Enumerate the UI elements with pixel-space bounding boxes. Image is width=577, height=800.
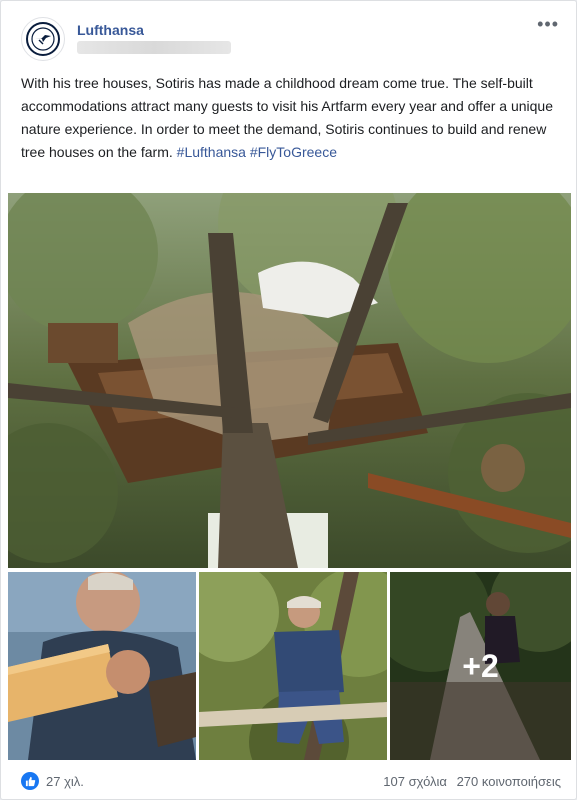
- post-footer: 27 χιλ. 107 σχόλια 270 κοινοποιήσεις: [21, 769, 561, 793]
- thumbs-up-icon[interactable]: [21, 772, 39, 790]
- reaction-count[interactable]: 27 χιλ.: [46, 774, 84, 789]
- post-timestamp-blurred: [77, 41, 231, 54]
- hashtag-lufthansa[interactable]: #Lufthansa: [177, 144, 246, 160]
- thumbnail-photo-tree-climber[interactable]: [199, 572, 387, 760]
- lufthansa-logo-icon: [26, 22, 60, 56]
- page-name[interactable]: Lufthansa: [77, 22, 144, 38]
- more-photos-count: +2: [462, 647, 499, 684]
- page-avatar[interactable]: [21, 17, 65, 61]
- engagement-stats: 107 σχόλια 270 κοινοποιήσεις: [377, 774, 561, 789]
- facebook-post: Lufthansa ••• With his tree houses, Soti…: [0, 0, 577, 800]
- more-dots-icon[interactable]: •••: [537, 15, 559, 33]
- thumbnail-photo-more[interactable]: +2: [390, 572, 571, 760]
- more-photos-overlay[interactable]: +2: [390, 572, 571, 760]
- comment-count[interactable]: 107 σχόλια: [383, 774, 447, 789]
- share-count[interactable]: 270 κοινοποιήσεις: [457, 774, 561, 789]
- hashtag-flytogreece[interactable]: #FlyToGreece: [250, 144, 337, 160]
- post-text: With his tree houses, Sotiris has made a…: [21, 72, 561, 164]
- main-photo-treehouse[interactable]: [8, 193, 571, 568]
- post-header: Lufthansa •••: [21, 15, 561, 61]
- thumbnail-photo-carpenter[interactable]: [8, 572, 196, 760]
